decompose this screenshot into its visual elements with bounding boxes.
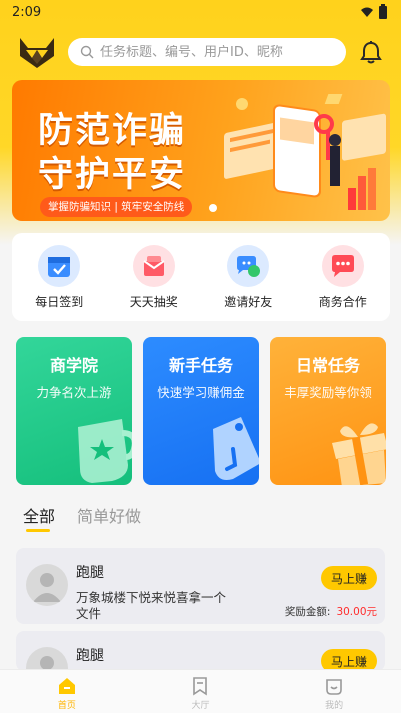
quick-action-lottery[interactable]: 天天抽奖 bbox=[114, 244, 194, 310]
tag-icon bbox=[213, 417, 259, 480]
card-daily-tasks[interactable]: 日常任务 丰厚奖励等你领 bbox=[270, 337, 386, 485]
avatar bbox=[26, 647, 68, 671]
gift-box-icon bbox=[132, 244, 175, 287]
quick-action-invite[interactable]: 邀请好友 bbox=[208, 244, 288, 310]
quick-action-label: 天天抽奖 bbox=[129, 294, 178, 309]
nav-home[interactable]: 首页 bbox=[27, 670, 107, 713]
battery-icon bbox=[379, 3, 387, 19]
calendar-check-icon bbox=[38, 244, 81, 287]
nav-mine[interactable]: 我的 bbox=[294, 670, 374, 713]
task-title: 跑腿 bbox=[76, 648, 104, 664]
chat-bubble-icon bbox=[227, 244, 270, 287]
trophy-cup-icon bbox=[78, 419, 132, 483]
banner-pager-dot[interactable] bbox=[209, 204, 217, 212]
tab-all[interactable]: 全部 bbox=[23, 503, 55, 533]
card-subtitle: 力争名次上游 bbox=[36, 385, 112, 400]
earn-now-button[interactable]: 马上赚 bbox=[321, 566, 377, 590]
bookmark-icon bbox=[193, 677, 208, 696]
status-time: 2:09 bbox=[12, 4, 42, 20]
search-input[interactable] bbox=[100, 44, 340, 60]
quick-actions: 每日签到 天天抽奖 邀请好友 商务合作 bbox=[12, 233, 390, 321]
quick-action-label: 商务合作 bbox=[318, 294, 367, 309]
search-bar[interactable] bbox=[68, 38, 346, 66]
bell-icon[interactable] bbox=[360, 40, 382, 64]
banner-title-line2: 守护平安 bbox=[38, 155, 187, 195]
gift-icon bbox=[332, 423, 386, 485]
card-title: 新手任务 bbox=[168, 356, 233, 375]
fox-logo-icon[interactable] bbox=[18, 34, 56, 70]
nav-label: 大厅 bbox=[191, 701, 210, 711]
card-title: 商学院 bbox=[49, 356, 98, 375]
task-card[interactable]: 跑腿 马上赚 bbox=[16, 631, 385, 671]
smile-face-icon bbox=[326, 679, 342, 695]
reward-amount: 30.00元 bbox=[336, 606, 377, 618]
tab-easy[interactable]: 简单好做 bbox=[77, 503, 141, 533]
user-avatar-icon bbox=[40, 656, 54, 670]
nav-label: 首页 bbox=[57, 701, 76, 711]
home-icon bbox=[58, 678, 75, 694]
card-title: 日常任务 bbox=[295, 356, 360, 375]
status-bar: 2:09 bbox=[0, 0, 401, 24]
task-tabs: 全部 简单好做 bbox=[23, 503, 141, 533]
banner-subtitle: 掌握防骗知识 | 筑牢安全防线 bbox=[40, 197, 193, 217]
nav-label: 我的 bbox=[325, 701, 344, 711]
task-card[interactable]: 跑腿 万象城楼下悦来悦喜拿一个文件 马上赚 奖励金额: 30.00元 bbox=[16, 548, 385, 624]
card-newbie-tasks[interactable]: 新手任务 快速学习赚佣金 bbox=[143, 337, 259, 485]
avatar bbox=[26, 564, 68, 606]
quick-action-label: 每日签到 bbox=[35, 294, 84, 309]
card-subtitle: 丰厚奖励等你领 bbox=[284, 385, 372, 400]
message-icon bbox=[321, 244, 364, 287]
user-avatar-icon bbox=[33, 573, 61, 602]
wifi-icon bbox=[361, 7, 373, 17]
promo-banner[interactable]: 防范诈骗 守护平安 掌握防骗知识 | 筑牢安全防线 bbox=[12, 80, 390, 221]
search-icon bbox=[80, 45, 94, 59]
task-description: 万象城楼下悦来悦喜拿一个文件 bbox=[76, 590, 227, 621]
quick-action-label: 邀请好友 bbox=[224, 294, 273, 309]
card-subtitle: 快速学习赚佣金 bbox=[157, 385, 245, 400]
task-title: 跑腿 bbox=[76, 565, 104, 581]
feature-cards: 商学院 力争名次上游 新手任务 快速学习赚佣金 日常任务 丰厚奖励等你领 bbox=[16, 337, 386, 485]
quick-action-daily-checkin[interactable]: 每日签到 bbox=[19, 244, 99, 310]
banner-illustration bbox=[224, 94, 386, 210]
earn-now-button[interactable]: 马上赚 bbox=[321, 649, 377, 671]
reward-label: 奖励金额: bbox=[284, 606, 331, 618]
app-header bbox=[0, 30, 401, 74]
reward-info: 奖励金额: 30.00元 bbox=[285, 604, 377, 619]
quick-action-business[interactable]: 商务合作 bbox=[303, 244, 383, 310]
bottom-nav: 首页 大厅 我的 bbox=[0, 669, 401, 713]
card-business-school[interactable]: 商学院 力争名次上游 bbox=[16, 337, 132, 485]
nav-hall[interactable]: 大厅 bbox=[160, 670, 240, 713]
